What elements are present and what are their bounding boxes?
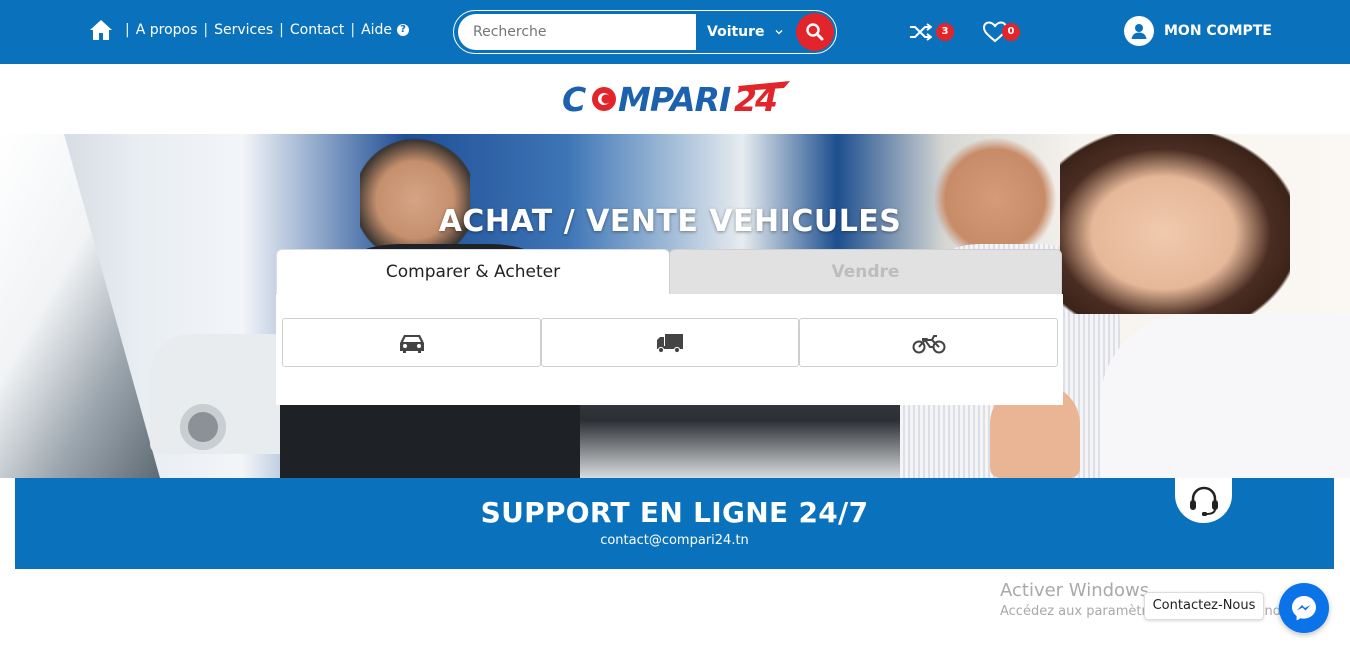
category-select-value: Voiture	[707, 24, 765, 40]
main-nav: | A propos | Services | Contact | Aide ?	[89, 19, 410, 41]
search-bar: Voiture	[453, 10, 837, 54]
home-icon[interactable]	[89, 19, 113, 41]
woman-shirt-photo	[1100, 314, 1350, 478]
messenger-chat-button[interactable]	[1279, 583, 1329, 633]
search-icon	[806, 23, 824, 41]
shuffle-compare-icon[interactable]	[908, 20, 934, 44]
category-select[interactable]: Voiture	[698, 14, 790, 50]
nav-separator: |	[125, 22, 130, 38]
messenger-icon	[1292, 596, 1316, 621]
nav-link-about[interactable]: A propos	[136, 22, 198, 38]
vehicle-type-selector	[276, 294, 1063, 405]
top-navigation-bar: | A propos | Services | Contact | Aide ?…	[0, 0, 1350, 64]
search-input[interactable]	[458, 14, 696, 50]
support-title: SUPPORT EN LIGNE 24/7	[480, 496, 869, 529]
car-icon	[399, 334, 424, 353]
search-button[interactable]	[796, 13, 834, 51]
tab-compare-buy[interactable]: Comparer & Acheter	[276, 249, 670, 295]
headset-icon	[1189, 486, 1218, 516]
svg-text:MPARI: MPARI	[618, 80, 731, 118]
account-label: MON COMPTE	[1164, 23, 1272, 39]
support-email-link[interactable]: contact@compari24.tn	[15, 533, 1334, 548]
nav-separator: |	[203, 22, 209, 38]
motorcycle-icon	[912, 334, 945, 353]
vehicle-search-panel: Comparer & Acheter Vendre	[276, 249, 1063, 405]
car-wheel-photo	[180, 404, 226, 450]
account-button[interactable]: MON COMPTE	[1124, 16, 1272, 46]
logo-bar: C MPARI 24	[0, 64, 1350, 134]
question-circle-icon: ?	[397, 24, 410, 36]
truck-icon	[657, 333, 683, 353]
nav-link-services[interactable]: Services	[214, 22, 273, 38]
compare-count-badge: 3	[936, 23, 954, 41]
contact-us-tooltip[interactable]: Contactez-Nous	[1144, 592, 1264, 620]
vehicle-type-motorcycle-button[interactable]	[799, 318, 1058, 367]
user-avatar-icon	[1124, 16, 1154, 46]
compari24-logo[interactable]: C MPARI 24	[560, 78, 792, 118]
nav-link-help[interactable]: Aide	[361, 22, 392, 38]
favorites-count-badge: 0	[1002, 23, 1020, 41]
tab-sell[interactable]: Vendre	[669, 249, 1062, 295]
nav-link-contact[interactable]: Contact	[290, 22, 344, 38]
chevron-down-icon	[775, 30, 783, 35]
hero-title: ACHAT / VENTE VEHICULES	[438, 204, 902, 239]
car-door-photo	[0, 134, 160, 478]
support-banner: SUPPORT EN LIGNE 24/7 contact@compari24.…	[15, 478, 1334, 569]
svg-text:C: C	[562, 80, 586, 118]
nav-separator: |	[279, 22, 284, 38]
vehicle-type-car-button[interactable]	[282, 318, 541, 367]
vehicle-type-truck-button[interactable]	[541, 318, 799, 367]
nav-separator: |	[350, 22, 356, 38]
